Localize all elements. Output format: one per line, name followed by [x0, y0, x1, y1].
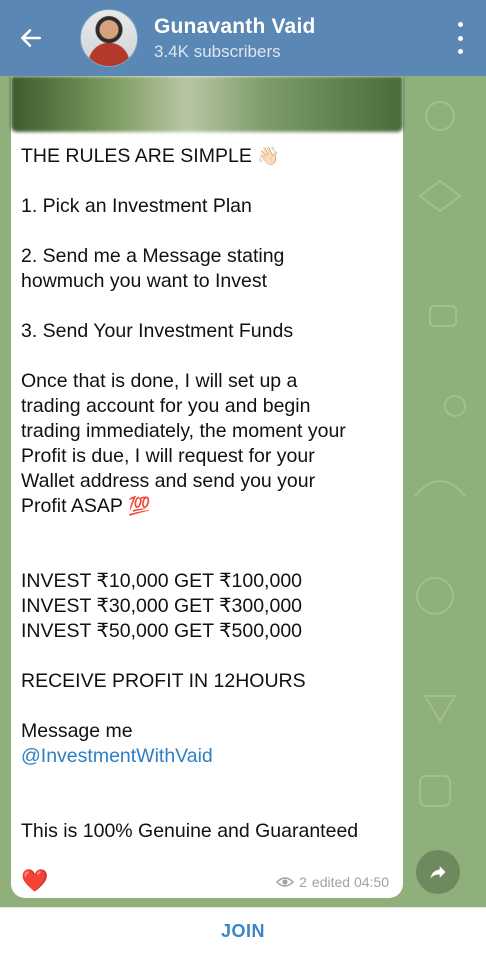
- share-arrow-icon: [430, 866, 446, 879]
- eye-icon: [276, 877, 295, 887]
- hundred-emoji: 💯: [127, 496, 151, 516]
- view-count: 2: [299, 874, 307, 890]
- step-3: 3. Send Your Investment Funds: [21, 320, 294, 342]
- rules-line: THE RULES ARE SIMPLE 👋🏻: [21, 144, 396, 169]
- chat-header: Gunavanth Vaid 3.4K subscribers: [0, 0, 486, 76]
- edited-time: edited 04:50: [311, 874, 389, 890]
- more-menu-button[interactable]: [456, 22, 464, 54]
- heart-reaction[interactable]: ❤️: [21, 868, 48, 894]
- menu-dot: [457, 35, 463, 41]
- channel-avatar[interactable]: [80, 9, 138, 67]
- menu-dot: [457, 22, 463, 27]
- paragraph-line: Profit is due, I will request for your: [21, 445, 315, 467]
- back-arrow-icon: [21, 29, 41, 47]
- paragraph-last-line: Profit ASAP 💯: [21, 494, 396, 519]
- wave-emoji: 👋🏻: [257, 146, 280, 166]
- channel-title: Gunavanth Vaid: [154, 14, 316, 38]
- message-meta: 2 edited 04:50: [276, 874, 389, 890]
- paragraph-line: trading account for you and begin: [21, 395, 311, 417]
- profit-asap-text: Profit ASAP: [21, 495, 123, 517]
- step-2-line-2: howmuch you want to Invest: [21, 270, 268, 292]
- handle-link[interactable]: @InvestmentWithVaid: [21, 744, 396, 769]
- message-media-preview[interactable]: [11, 76, 403, 132]
- step-2-line-1: 2. Send me a Message stating: [21, 245, 285, 267]
- message-text: THE RULES ARE SIMPLE 👋🏻 1. Pick an Inves…: [21, 144, 396, 844]
- genuine-line: This is 100% Genuine and Guaranteed: [21, 820, 359, 842]
- paragraph-line: Wallet address and send you your: [21, 470, 316, 492]
- message-bubble[interactable]: THE RULES ARE SIMPLE 👋🏻 1. Pick an Inves…: [11, 76, 403, 898]
- chat-background-pattern: [414, 101, 466, 807]
- message-me-line: Message me: [21, 720, 133, 742]
- receive-profit-line: RECEIVE PROFIT IN 12HOURS: [21, 670, 306, 692]
- paragraph-line: Once that is done, I will set up a: [21, 370, 298, 392]
- back-button[interactable]: [0, 0, 62, 76]
- invest-offer: INVEST ₹10,000 GET ₹100,000: [21, 570, 303, 592]
- step-1: 1. Pick an Investment Plan: [21, 195, 252, 217]
- invest-offer: INVEST ₹50,000 GET ₹500,000: [21, 620, 303, 642]
- rules-text: THE RULES ARE SIMPLE: [21, 145, 252, 167]
- channel-info[interactable]: Gunavanth Vaid 3.4K subscribers: [154, 15, 316, 62]
- menu-dot: [457, 49, 463, 54]
- join-button[interactable]: JOIN: [221, 921, 265, 942]
- forward-button[interactable]: [416, 850, 460, 894]
- paragraph-line: trading immediately, the moment your: [21, 420, 346, 442]
- subscriber-count: 3.4K subscribers: [154, 41, 281, 61]
- join-bar: JOIN: [0, 907, 486, 955]
- invest-offer: INVEST ₹30,000 GET ₹300,000: [21, 595, 303, 617]
